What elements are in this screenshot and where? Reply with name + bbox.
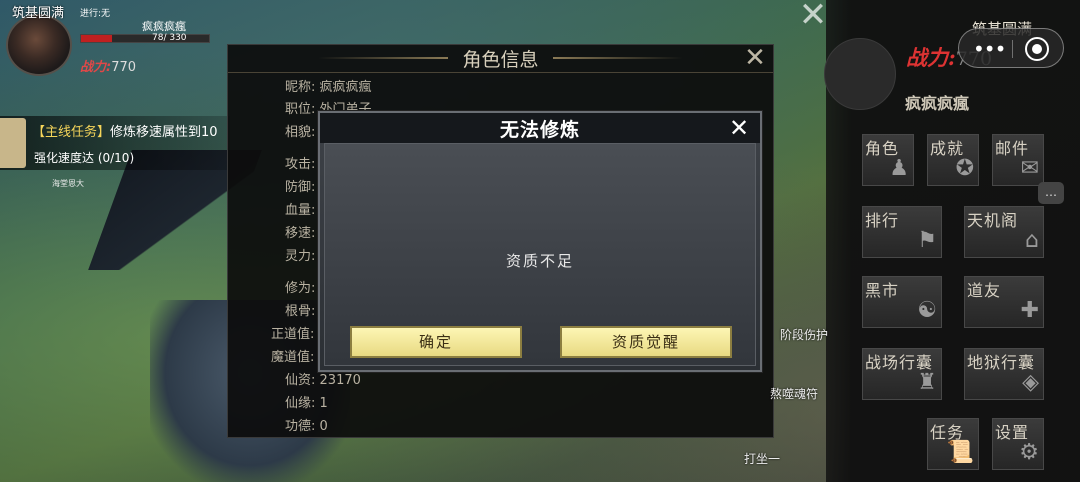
enemy-name-label: 海堂恩大 [52, 179, 84, 188]
ranking-icon: ⚑ [917, 228, 937, 253]
quest-toggle-tab[interactable] [0, 118, 26, 168]
joystick-circle[interactable] [824, 38, 896, 110]
friends-icon: ✚ [1020, 298, 1039, 323]
info-row: 相貌: [285, 121, 315, 140]
battle-bag-icon: ♜ [917, 370, 937, 395]
info-row-label: 职位: [285, 102, 316, 117]
info-panel-title: 角色信息 [462, 49, 539, 71]
info-row: 修为: [285, 277, 315, 296]
menu-label: 天机阁 [967, 211, 1019, 230]
info-row: 昵称: 疯疯疯瘋 [285, 76, 372, 95]
power-value: 770 [111, 60, 137, 75]
hp-text: 78/ 330 [152, 33, 187, 43]
menu-button-black-market[interactable]: 黑市 ☯ [862, 276, 942, 328]
mini-program-capsule: ••• [958, 28, 1064, 68]
info-row: 移速: [285, 222, 315, 241]
info-row: 功德: 0 [285, 415, 328, 434]
dialog-title: 无法修炼 [499, 119, 580, 141]
record-circle-icon[interactable] [1025, 37, 1049, 61]
medal-icon: ✪ [955, 156, 974, 181]
black-market-icon: ☯ [917, 298, 937, 323]
info-row: 仙缘: 1 [285, 392, 328, 411]
info-row: 根骨: [285, 300, 315, 319]
info-row-label: 正道值: [271, 327, 315, 342]
character-icon: ♟ [889, 156, 909, 181]
menu-label: 排行 [865, 211, 900, 230]
info-row-label: 攻击: [285, 157, 316, 172]
dialog-close-button[interactable]: ✕ [726, 113, 752, 143]
menu-button-ranking[interactable]: 排行 ⚑ [862, 206, 942, 258]
mail-icon: ✉ [1020, 156, 1039, 181]
info-row-label: 魔道值: [271, 350, 315, 365]
hp-bar-fill [81, 35, 112, 42]
quest-title-body: 修炼移速属性到10 [110, 125, 218, 140]
meditate-label[interactable]: 打坐一 [744, 450, 780, 467]
progress-label: 进行:无 [80, 9, 111, 19]
cannot-cultivate-dialog: 无法修炼 ✕ 资质不足 确定 资质觉醒 [318, 111, 762, 372]
quest-tag: 【主线任务】 [32, 125, 111, 140]
info-row-label: 根骨: [285, 304, 316, 319]
info-row-value: 0 [319, 419, 328, 434]
task-scroll-icon: 📜 [946, 440, 974, 465]
dialog-message: 资质不足 [505, 252, 574, 270]
awaken-aptitude-button[interactable]: 资质觉醒 [560, 326, 732, 358]
quest-subtitle: 强化速度达 (0/10) [34, 151, 135, 165]
info-row: 防御: [285, 176, 315, 195]
menu-button-friends[interactable]: 道友 ✚ [964, 276, 1044, 328]
realm-label: 筑基圆满 [12, 6, 65, 21]
pavilion-icon: ⌂ [1025, 228, 1039, 253]
info-row-label: 灵力: [285, 249, 316, 264]
soul-talisman-label[interactable]: 熬噬魂符 [770, 385, 818, 402]
dialog-header: 无法修炼 ✕ [320, 113, 760, 143]
right-power-label: 战力: [906, 45, 956, 70]
info-panel-header: 角色信息 ✕ [228, 43, 773, 73]
confirm-button[interactable]: 确定 [350, 326, 522, 358]
hp-bar [80, 34, 210, 43]
hell-bag-icon: ◈ [1022, 370, 1039, 395]
menu-button-character[interactable]: 角色 ♟ [862, 134, 914, 186]
info-row-value: 疯疯疯瘋 [319, 80, 372, 95]
power-display: 战力:770 [80, 56, 136, 75]
menu-button-settings[interactable]: 设置 ⚙ [992, 418, 1044, 470]
info-row: 灵力: [285, 245, 315, 264]
right-player-name: 疯疯疯瘋 [905, 94, 970, 113]
quest-title[interactable]: 【主线任务】修炼移速属性到10 [32, 121, 218, 140]
header-ornament-right [553, 57, 683, 59]
info-row-value: 23170 [319, 373, 361, 388]
info-row-label: 昵称: [285, 80, 316, 95]
menu-label: 道友 [967, 281, 1002, 300]
menu-label: 黑市 [865, 281, 900, 300]
menu-button-tasks[interactable]: 任务 📜 [927, 418, 979, 470]
chat-bubble-icon[interactable]: … [1038, 182, 1064, 204]
crossed-swords-icon[interactable]: ✕ [796, 0, 830, 34]
menu-button-battle-bag[interactable]: 战场行囊 ♜ [862, 348, 942, 400]
menu-button-achievement[interactable]: 成就 ✪ [927, 134, 979, 186]
info-row-value: 1 [319, 396, 328, 411]
info-row-label: 功德: [285, 419, 316, 434]
power-label: 战力: [80, 60, 112, 75]
more-dots-icon[interactable]: ••• [973, 37, 1006, 61]
info-row-label: 移速: [285, 226, 316, 241]
info-row-label: 仙资: [285, 373, 316, 388]
menu-button-hell-bag[interactable]: 地狱行囊 ◈ [964, 348, 1044, 400]
info-row-label: 血量: [285, 203, 316, 218]
menu-button-mail[interactable]: 邮件 ✉ [992, 134, 1044, 186]
info-row: 血量: [285, 199, 315, 218]
menu-button-pavilion[interactable]: 天机阁 ⌂ [964, 206, 1044, 258]
gear-icon: ⚙ [1019, 440, 1039, 465]
player-avatar[interactable] [6, 14, 72, 76]
info-row-label: 相貌: [285, 125, 316, 140]
info-row: 正道值: [271, 323, 314, 342]
info-row-label: 修为: [285, 281, 316, 296]
info-row-label: 防御: [285, 180, 316, 195]
info-row: 攻击: [285, 153, 315, 172]
stage-hurt-label[interactable]: 阶段伤护 [780, 326, 828, 343]
capsule-divider [1012, 40, 1013, 58]
player-name: 疯疯疯瘋 [142, 20, 186, 33]
info-row-label: 仙缘: [285, 396, 316, 411]
info-panel-close-button[interactable]: ✕ [741, 43, 769, 73]
info-row: 魔道值: [271, 346, 314, 365]
